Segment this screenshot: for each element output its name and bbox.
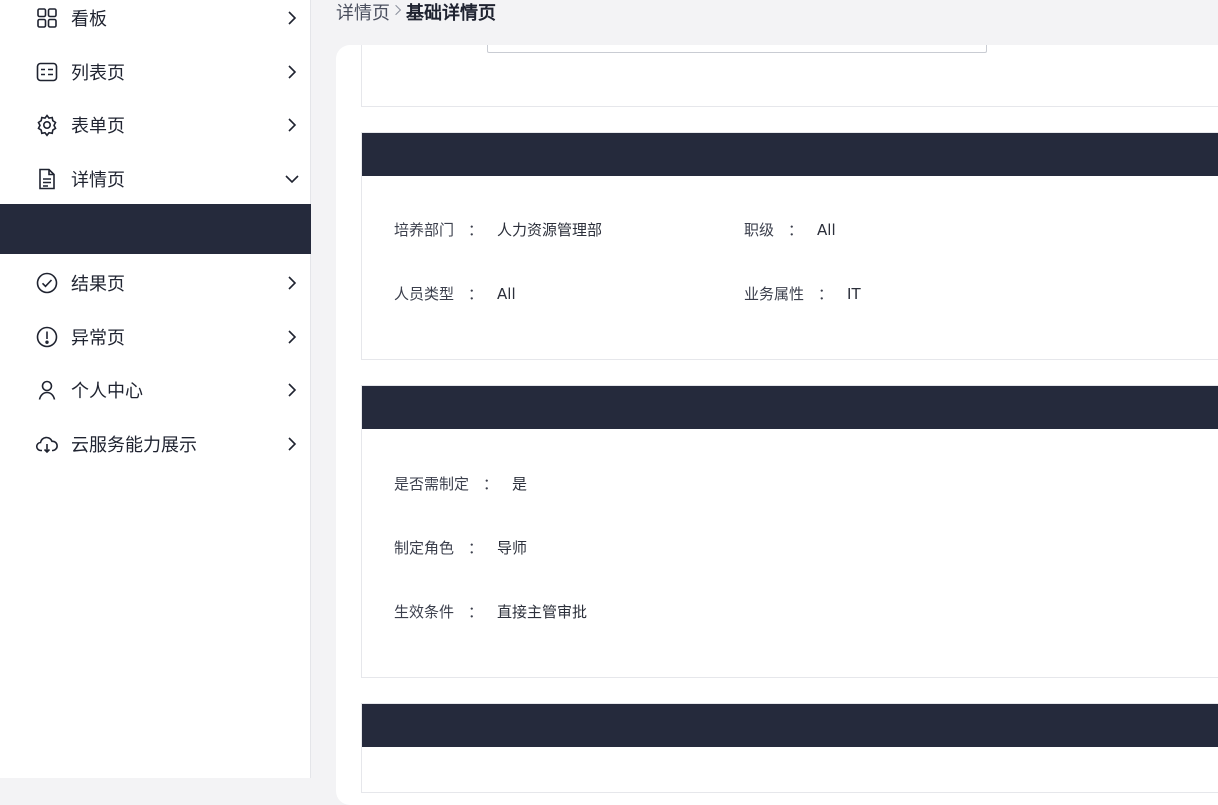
card-header-bar: [362, 133, 1218, 176]
sidebar-item-list[interactable]: 列表页: [0, 45, 311, 98]
top-input-field[interactable]: [487, 45, 987, 53]
card-header-bar: [362, 386, 1218, 429]
chevron-right-icon: [284, 382, 300, 398]
field-colon: ：: [483, 475, 499, 493]
field-effective-condition: 生效条件 ： 直接主管审批: [394, 601, 587, 622]
chevron-right-icon: [284, 117, 300, 133]
exclamation-circle-icon: [35, 325, 59, 349]
chevron-right-icon: [284, 64, 300, 80]
sidebar-item-label: 列表页: [71, 62, 125, 84]
field-value: All: [817, 220, 836, 239]
check-circle-icon: [35, 271, 59, 295]
field-colon: ：: [468, 285, 484, 303]
sidebar-item-label: 异常页: [71, 327, 125, 349]
info-card-rules: [361, 385, 1218, 678]
field-colon: ：: [468, 221, 484, 239]
field-value: IT: [847, 284, 861, 303]
field-define-role: 制定角色 ： 导师: [394, 537, 527, 558]
sidebar: 看板 列表页 表单页 详情页 结果页 异常页 个人中心 云服务能力展示: [0, 0, 311, 778]
field-colon: ：: [788, 221, 804, 239]
field-label: 职级: [744, 221, 775, 239]
field-value: All: [497, 284, 516, 303]
user-icon: [35, 378, 59, 402]
field-label: 是否需制定: [394, 475, 470, 493]
sidebar-item-label: 个人中心: [71, 380, 143, 402]
breadcrumb-separator-icon: [394, 3, 402, 21]
field-personnel-type: 人员类型 ： All: [394, 283, 516, 304]
chevron-down-icon: [284, 171, 300, 187]
sidebar-item-cloud[interactable]: 云服务能力展示: [0, 417, 311, 470]
field-label: 人员类型: [394, 285, 455, 303]
top-card: [361, 45, 1218, 107]
breadcrumb-current: 基础详情页: [406, 3, 496, 24]
sidebar-item-result[interactable]: 结果页: [0, 256, 311, 309]
field-rank: 职级 ： All: [744, 219, 836, 240]
sidebar-item-label: 看板: [71, 8, 107, 30]
breadcrumb: 详情页 基础详情页: [336, 0, 496, 24]
document-icon: [35, 167, 59, 191]
gear-icon: [35, 113, 59, 137]
chevron-right-icon: [284, 329, 300, 345]
sidebar-item-label: 表单页: [71, 115, 125, 137]
field-label: 业务属性: [744, 285, 805, 303]
field-label: 制定角色: [394, 539, 455, 557]
field-business-attr: 业务属性 ： IT: [744, 283, 861, 304]
field-colon: ：: [468, 539, 484, 557]
field-colon: ：: [818, 285, 834, 303]
list-icon: [35, 60, 59, 84]
field-label: 培养部门: [394, 221, 455, 239]
sidebar-item-profile[interactable]: 个人中心: [0, 363, 311, 416]
field-department: 培养部门 ： 人力资源管理部: [394, 219, 602, 240]
dashboard-grid-icon: [35, 6, 59, 30]
field-value: 直接主管审批: [497, 603, 588, 621]
sidebar-item-exception[interactable]: 异常页: [0, 310, 311, 363]
field-need-define: 是否需制定 ： 是: [394, 473, 527, 494]
sidebar-item-detail[interactable]: 详情页: [0, 152, 311, 205]
breadcrumb-parent[interactable]: 详情页: [336, 0, 390, 25]
chevron-right-icon: [284, 275, 300, 291]
field-value: 人力资源管理部: [497, 221, 603, 239]
sidebar-item-dashboard[interactable]: 看板: [0, 0, 311, 44]
card-header-bar: [362, 704, 1218, 747]
sidebar-item-form[interactable]: 表单页: [0, 98, 311, 151]
chevron-right-icon: [284, 10, 300, 26]
cloud-icon: [35, 432, 59, 456]
sidebar-item-label: 结果页: [71, 273, 125, 295]
field-value: 导师: [497, 539, 528, 557]
sidebar-subitem-active[interactable]: [0, 204, 311, 254]
field-colon: ：: [468, 603, 484, 621]
sidebar-item-label: 详情页: [71, 169, 125, 191]
field-label: 生效条件: [394, 603, 455, 621]
chevron-right-icon: [284, 436, 300, 452]
info-card-third: [361, 703, 1218, 793]
sidebar-item-label: 云服务能力展示: [71, 434, 197, 456]
info-card-basic: [361, 132, 1218, 360]
field-value: 是: [512, 475, 528, 493]
